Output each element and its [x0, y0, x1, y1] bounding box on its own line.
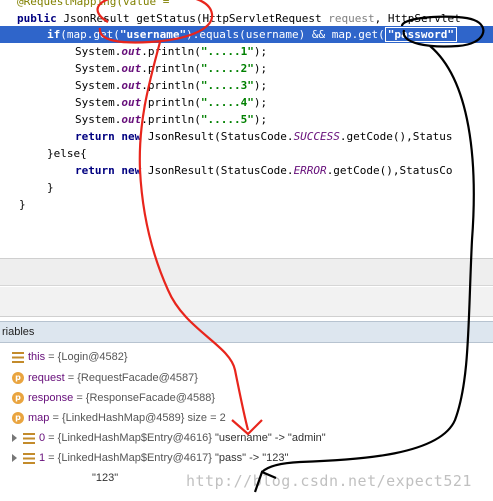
code-text: JsonResult(StatusCode. [141, 164, 294, 177]
entry-value: "pass" -> "123" [215, 452, 289, 464]
code-line-else: }else{ [0, 145, 493, 162]
variables-title: riables [2, 326, 35, 338]
variable-row-response[interactable]: p response = {ResponseFacade@4588} [0, 388, 493, 408]
keyword: if [47, 28, 61, 41]
panel-toolbar-secondary [0, 287, 493, 317]
code-text: .println( [141, 96, 201, 109]
keyword: return new [75, 164, 142, 177]
code-text: System. [75, 62, 122, 75]
parameter-icon: p [12, 372, 24, 385]
variable-name: request [28, 372, 65, 384]
code-line-println: System.out.println(".....5"); [0, 111, 493, 128]
code-text: ); [253, 113, 268, 126]
code-line-annotation: @RequestMapping(value = "" [0, 0, 493, 10]
code-line-method-signature: public JsonResult getStatus(HttpServletR… [0, 10, 493, 27]
code-text: .println( [141, 62, 201, 75]
static-field: ERROR [293, 164, 327, 177]
string-literal: ".....4" [200, 96, 254, 109]
object-icon [12, 351, 24, 363]
code-line-return-error: return new JsonResult(StatusCode.ERROR.g… [0, 162, 493, 179]
code-text: } [19, 198, 26, 211]
variable-row-entry-1[interactable]: 1 = {LinkedHashMap$Entry@4617} "pass" ->… [0, 448, 493, 468]
parameter-icon: p [12, 412, 24, 425]
string-literal-password: "password" [384, 27, 458, 42]
code-editor: @RequestMapping(value = "" public JsonRe… [0, 0, 493, 213]
watermark: http://blog.csdn.net/expect521 [186, 472, 472, 490]
variable-row-map[interactable]: p map = {LinkedHashMap@4589} size = 2 [0, 408, 493, 428]
code-text: .getCode(),StatusCo [326, 164, 453, 177]
variables-panel-header[interactable]: riables [0, 321, 493, 343]
keyword: public [17, 12, 57, 25]
variable-row-this[interactable]: this = {Login@4582} [0, 347, 493, 367]
code-text: ); [253, 62, 268, 75]
code-text: JsonResult getStatus(HttpServletRequest [56, 12, 329, 25]
variable-row-entry-0[interactable]: 0 = {LinkedHashMap$Entry@4616} "username… [0, 428, 493, 448]
code-text: ); [253, 79, 268, 92]
string-literal: ".....1" [200, 45, 254, 58]
keyword: return new [75, 130, 142, 143]
code-text: .println( [141, 79, 201, 92]
field-out: out [121, 96, 142, 109]
variable-value: = {RequestFacade@4587} [64, 372, 198, 384]
variable-row-request[interactable]: p request = {RequestFacade@4587} [0, 368, 493, 388]
code-text: }else{ [47, 147, 87, 160]
field-out: out [121, 79, 142, 92]
code-text: .println( [141, 45, 201, 58]
variable-value: = {ResponseFacade@4588} [73, 392, 216, 404]
string-literal: ".....3" [200, 79, 254, 92]
string-literal: ".....5" [200, 113, 254, 126]
expand-arrow-icon[interactable] [12, 454, 17, 463]
panel-toolbar [0, 258, 493, 286]
object-icon [23, 432, 35, 444]
field-out: out [121, 113, 142, 126]
code-text: } [47, 181, 54, 194]
expand-arrow-icon[interactable] [12, 434, 17, 443]
code-text: .println( [141, 113, 201, 126]
code-text: (map.get( [60, 28, 120, 41]
variable-name: this [28, 351, 46, 363]
code-text: JsonResult(StatusCode. [141, 130, 294, 143]
string-literal-username: "username" [119, 28, 187, 41]
field-out: out [121, 62, 142, 75]
parameter-icon: p [12, 392, 24, 405]
string-literal: ".....2" [200, 62, 254, 75]
code-text: ); [253, 96, 268, 109]
code-text: .getCode(),Status [339, 130, 453, 143]
code-line-println: System.out.println(".....1"); [0, 43, 493, 60]
code-text: ); [253, 45, 268, 58]
annotation-text: @RequestMapping(value = "" [17, 0, 190, 8]
code-text: , HttpServlet [374, 12, 461, 25]
code-text: System. [75, 79, 122, 92]
code-text: System. [75, 113, 122, 126]
code-line-println: System.out.println(".....3"); [0, 77, 493, 94]
code-line-println: System.out.println(".....4"); [0, 94, 493, 111]
variable-name: map [28, 412, 50, 424]
entry-value: "username" -> "admin" [215, 432, 326, 444]
code-text: System. [75, 45, 122, 58]
variable-value: = {LinkedHashMap$Entry@4616} [45, 432, 215, 444]
variable-value: = {LinkedHashMap$Entry@4617} [45, 452, 215, 464]
code-line-println: System.out.println(".....2"); [0, 60, 493, 77]
variable-value: "123" [92, 472, 119, 484]
param-name: request [328, 12, 375, 25]
object-icon [23, 452, 35, 464]
code-line-return-success: return new JsonResult(StatusCode.SUCCESS… [0, 128, 493, 145]
code-text: System. [75, 96, 122, 109]
variable-name: response [28, 392, 74, 404]
code-line-close-brace: } [0, 179, 493, 196]
code-line-if-highlighted[interactable]: if(map.get("username").equals(username) … [0, 26, 493, 43]
static-field: SUCCESS [293, 130, 340, 143]
code-line-close-brace: } [0, 196, 493, 213]
variable-value: = {LinkedHashMap@4589} size = 2 [49, 412, 226, 424]
field-out: out [121, 45, 142, 58]
code-text: ).equals(username) && map.get( [186, 28, 385, 41]
variable-value: = {Login@4582} [45, 351, 128, 363]
